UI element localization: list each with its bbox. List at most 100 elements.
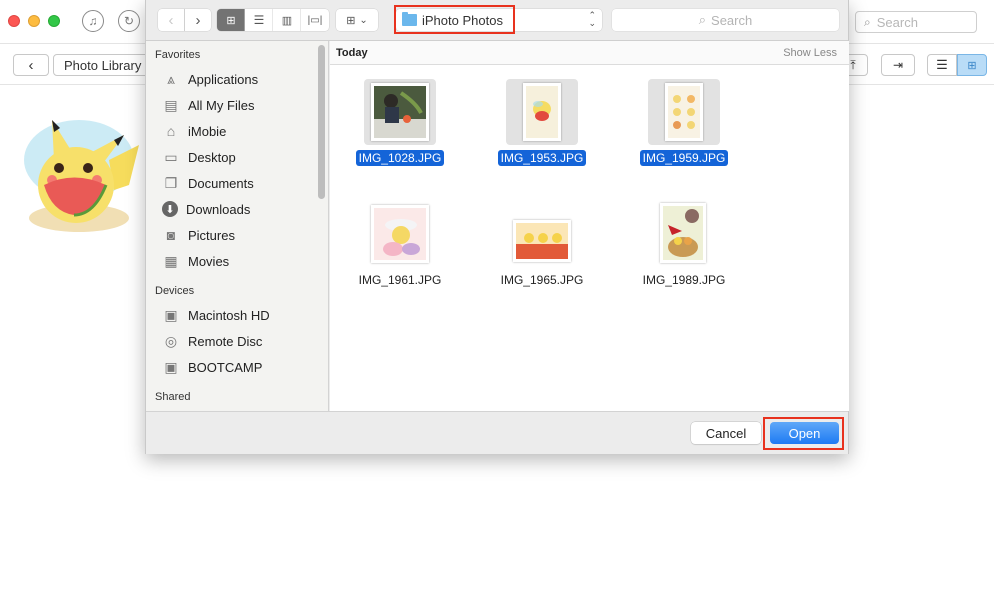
open-file-dialog: ‹ › ⊞ ☰ ▥ |▭| ⊞ ⌄ iPhoto Photos ⌃ ⌄ ⌕ Sea… <box>145 0 849 454</box>
documents-icon: ❐ <box>164 174 178 191</box>
thumbnail-frame <box>364 201 436 267</box>
file-browser: Today Show Less IMG_1028.JPG IMG_1953.JP… <box>330 41 849 411</box>
film-icon: ▦ <box>164 252 178 269</box>
sidebar-item-movies[interactable]: ▦ Movies <box>162 250 229 272</box>
file-name: IMG_1028.JPG <box>345 150 455 166</box>
sidebar-item-imobie[interactable]: ⌂ iMobie <box>162 120 227 142</box>
icon-view-button[interactable]: ⊞ <box>217 9 245 31</box>
sidebar-item-remote-disc[interactable]: ◎ Remote Disc <box>162 330 263 352</box>
file-name: IMG_1959.JPG <box>629 150 739 166</box>
sidebar-item-applications[interactable]: ⩓ Applications <box>162 68 258 90</box>
thumbnail-img-1961 <box>371 205 429 263</box>
dialog-search-input[interactable]: ⌕ Search <box>612 9 839 31</box>
cancel-button[interactable]: Cancel <box>691 422 761 444</box>
show-less-link[interactable]: Show Less <box>783 47 837 59</box>
column-view-button[interactable]: ▥ <box>273 9 301 31</box>
desktop-icon: ▭ <box>164 148 178 165</box>
sidebar: Favorites ⩓ Applications ▤ All My Files … <box>146 41 329 411</box>
cover-flow-icon: |▭| <box>307 14 323 26</box>
location-highlight-box <box>394 5 515 34</box>
grid-view-icon: ⊞ <box>967 59 977 72</box>
sidebar-item-desktop[interactable]: ▭ Desktop <box>162 146 236 168</box>
sidebar-item-label: Desktop <box>188 149 236 165</box>
chevron-right-icon: › <box>195 11 201 29</box>
sidebar-item-label: Movies <box>188 253 230 269</box>
thumbnail-img-1028 <box>371 83 429 141</box>
grid-view-button[interactable]: ⊞ <box>957 54 987 76</box>
sidebar-item-downloads[interactable]: ⬇ Downloads <box>162 198 250 220</box>
thumbnail-frame <box>648 79 720 145</box>
thumbnail-frame <box>506 79 578 145</box>
chevron-left-icon: ‹ <box>168 11 174 29</box>
back-icon: ‹ <box>28 56 34 74</box>
list-view-icon: ☰ <box>936 57 948 72</box>
export-icon: ⇥ <box>892 58 904 72</box>
dialog-toolbar: ‹ › ⊞ ☰ ▥ |▭| ⊞ ⌄ iPhoto Photos ⌃ ⌄ ⌕ Sea… <box>146 0 848 41</box>
thumbnail-frame <box>648 201 720 267</box>
camera-icon: ◙ <box>166 227 176 243</box>
back-nav-button[interactable]: ‹ <box>158 9 184 31</box>
cover-flow-button[interactable]: |▭| <box>301 9 329 31</box>
all-files-icon: ▤ <box>164 96 178 113</box>
thumbnail-img-1953 <box>523 83 561 141</box>
arrange-grid-icon: ⊞ <box>346 14 356 27</box>
list-view-button[interactable]: ☰ <box>245 9 273 31</box>
chevron-down-icon: ⌄ <box>359 14 368 26</box>
sidebar-item-documents[interactable]: ❐ Documents <box>162 172 254 194</box>
search-icon: ⌕ <box>698 12 707 27</box>
thumbnail-frame <box>506 201 578 267</box>
pikachu-photo[interactable] <box>14 100 144 240</box>
dialog-search-placeholder: Search <box>711 12 753 28</box>
group-title: Today <box>336 47 368 59</box>
column-view-icon: ▥ <box>281 14 293 27</box>
minimize-window-button[interactable] <box>28 15 40 27</box>
file-name: IMG_1965.JPG <box>500 273 584 287</box>
app-search-placeholder: Search <box>876 14 918 30</box>
sidebar-item-bootcamp[interactable]: ▣ BOOTCAMP <box>162 356 262 378</box>
sidebar-header-favorites: Favorites <box>155 49 201 61</box>
disc-icon: ◎ <box>164 332 178 349</box>
sidebar-item-macintosh-hd[interactable]: ▣ Macintosh HD <box>162 304 270 326</box>
file-name: IMG_1989.JPG <box>642 273 726 287</box>
sidebar-item-label: Pictures <box>188 227 235 243</box>
breadcrumb-photo-library[interactable]: Photo Library <box>53 54 153 76</box>
thumbnail-img-1959 <box>665 83 703 141</box>
sidebar-item-all-my-files[interactable]: ▤ All My Files <box>162 94 254 116</box>
sidebar-item-label: All My Files <box>188 97 255 113</box>
sidebar-item-label: Remote Disc <box>188 333 263 349</box>
breadcrumb-label: Photo Library <box>64 57 142 73</box>
maximize-window-button[interactable] <box>48 15 60 27</box>
close-window-button[interactable] <box>8 15 20 27</box>
sidebar-scrollbar[interactable] <box>318 45 325 199</box>
back-button[interactable]: ‹ <box>13 54 49 76</box>
sidebar-header-devices: Devices <box>155 285 195 297</box>
file-name: IMG_1953.JPG <box>487 150 597 166</box>
group-header-today: Today Show Less <box>330 41 849 65</box>
thumbnail-img-1989 <box>660 203 706 263</box>
open-highlight-box <box>763 417 844 450</box>
thumbnail-frame <box>364 79 436 145</box>
home-icon: ⌂ <box>166 123 176 139</box>
thumbnail-img-1965 <box>513 220 571 262</box>
app-search-input[interactable]: ⌕ Search <box>855 11 977 33</box>
file-name: IMG_1961.JPG <box>358 273 442 287</box>
sidebar-item-label: iMobie <box>188 123 227 139</box>
search-icon: ⌕ <box>864 14 871 29</box>
import-icon: ⤒ <box>850 57 856 72</box>
dialog-footer: Cancel Open <box>146 411 848 454</box>
export-button[interactable]: ⇥ <box>881 54 915 76</box>
hard-drive-icon: ▣ <box>164 306 178 323</box>
downloads-icon: ⬇ <box>162 201 178 217</box>
arrange-menu-button[interactable]: ⊞ ⌄ <box>336 9 378 31</box>
sidebar-item-label: Macintosh HD <box>188 307 270 323</box>
sidebar-item-label: Documents <box>188 175 254 191</box>
popup-arrows-icon: ⌃ ⌄ <box>588 10 596 28</box>
sidebar-item-pictures[interactable]: ◙ Pictures <box>162 224 235 246</box>
music-icon[interactable]: ♫ <box>82 10 104 32</box>
forward-nav-button[interactable]: › <box>185 9 211 31</box>
refresh-icon[interactable]: ↻ <box>118 10 140 32</box>
list-view-button[interactable]: ☰ <box>927 54 957 76</box>
list-view-icon: ☰ <box>253 13 265 27</box>
icon-view-icon: ⊞ <box>226 14 236 27</box>
sidebar-item-label: Applications <box>188 71 259 87</box>
